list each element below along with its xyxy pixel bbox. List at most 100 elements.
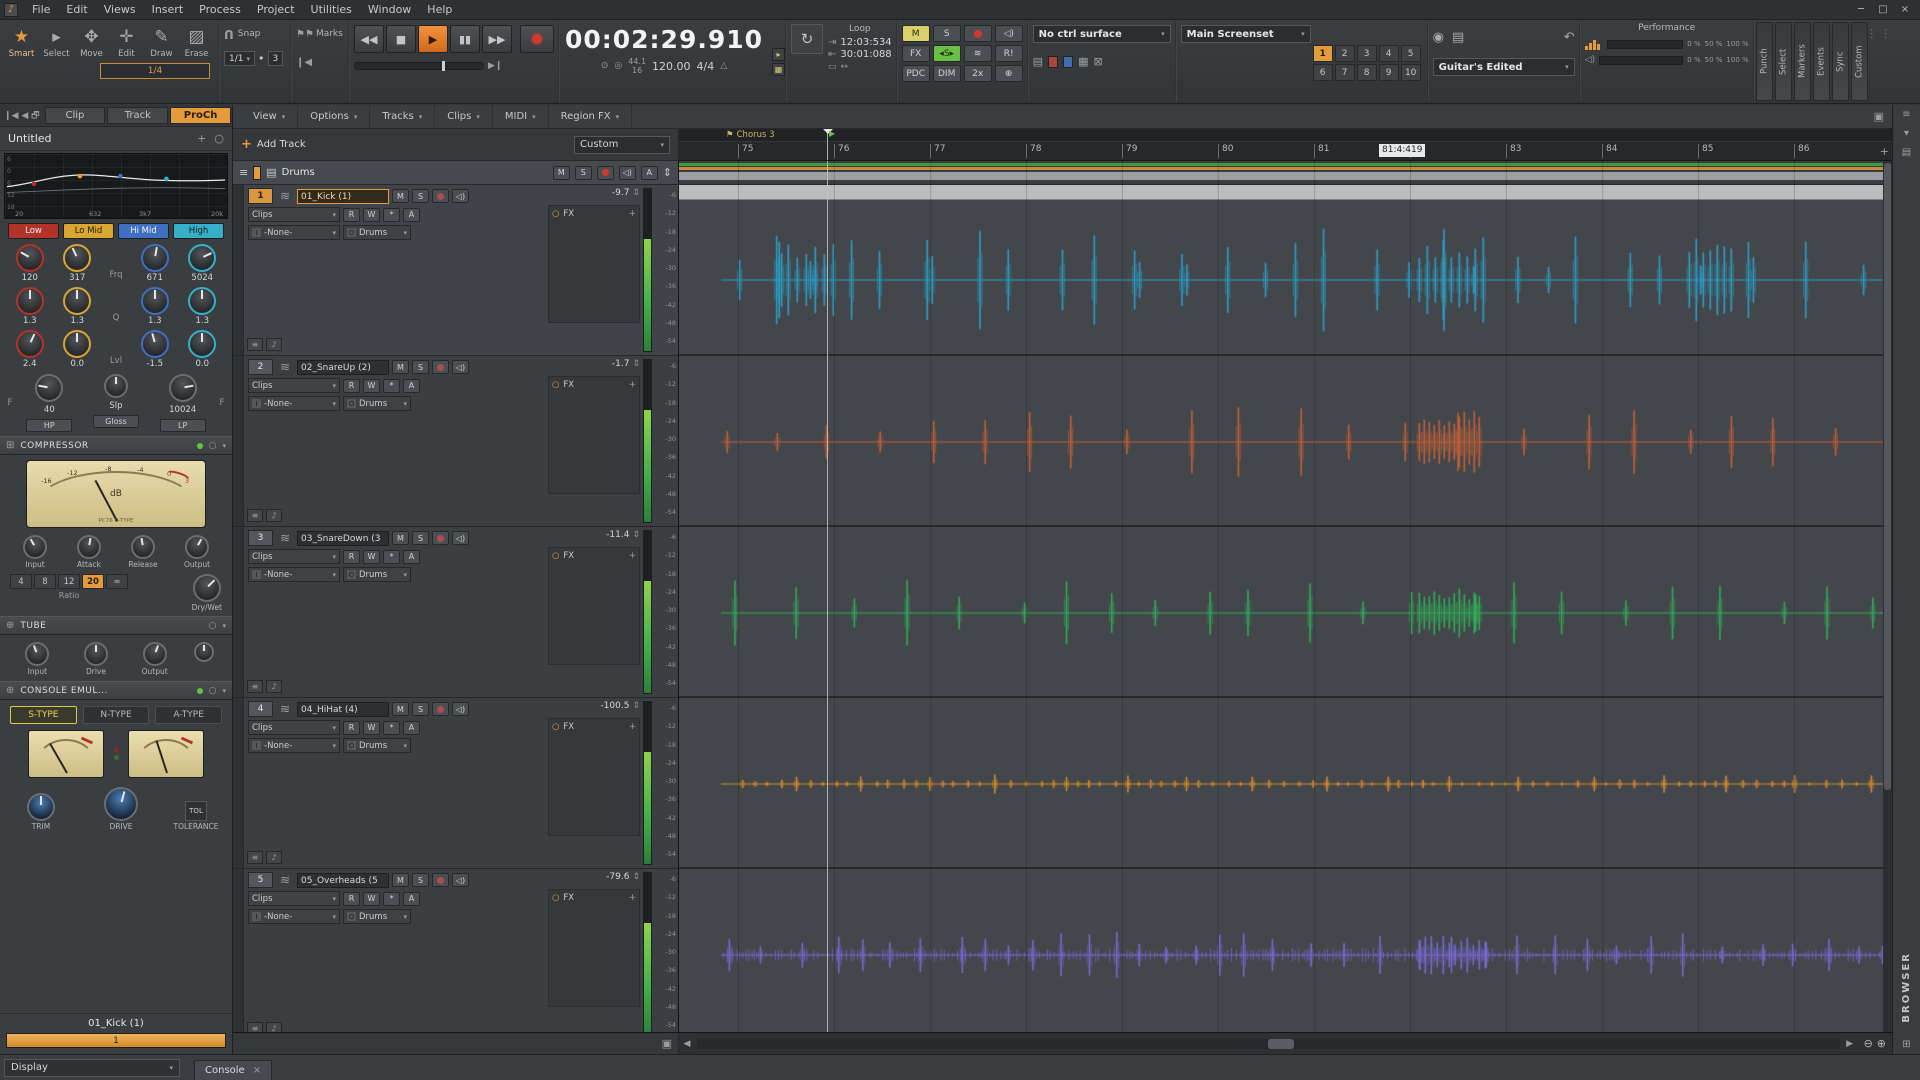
marker-flag-icon[interactable]: ⚑⚑ <box>296 29 314 40</box>
clips-dropdown[interactable]: Clips▾ <box>248 720 340 735</box>
time-display[interactable]: 00:02:29.910 <box>564 23 764 57</box>
arm-record-button[interactable] <box>432 189 449 203</box>
add-fx-button[interactable]: + <box>629 722 636 732</box>
maximize-view-icon[interactable]: ▣ <box>1874 110 1884 123</box>
read-automation-button[interactable]: R <box>343 550 360 564</box>
hscroll-thumb[interactable] <box>1268 1039 1294 1049</box>
track-number[interactable]: 1 <box>248 188 273 204</box>
loop-selection-icon[interactable]: ▭ <box>828 62 837 72</box>
module-tab-sync[interactable]: Sync <box>1832 22 1849 101</box>
solo-button[interactable]: S <box>412 531 429 545</box>
track-header[interactable]: 5 ≋ 05_Overheads (5 M S ◁) Clips▾ R W * … <box>233 869 678 1032</box>
double-speed-button[interactable]: 2x <box>964 65 992 82</box>
archive-button[interactable]: A <box>403 379 420 393</box>
read-automation-button[interactable]: R <box>343 208 360 222</box>
eq-q-lomid-knob[interactable] <box>63 287 91 315</box>
add-fx-button[interactable]: + <box>629 380 636 390</box>
input-dropdown[interactable]: I-None-▾ <box>248 225 340 240</box>
audio-waveform[interactable] <box>679 185 1892 356</box>
trim-knob[interactable] <box>27 793 55 821</box>
automation-button[interactable]: ♪ <box>266 338 282 351</box>
menu-insert[interactable]: Insert <box>144 1 192 18</box>
mute-all-button[interactable]: M <box>902 25 930 42</box>
freeze-button[interactable]: * <box>383 721 400 735</box>
menu-options[interactable]: Options▾ <box>298 105 370 128</box>
track-grip[interactable] <box>233 527 244 697</box>
arm-record-button[interactable] <box>432 873 449 887</box>
track-header[interactable]: 2 ≋ 02_SnareUp (2) M S ◁) Clips▾ R W * A… <box>233 356 678 527</box>
power-icon[interactable]: ○ <box>209 441 217 451</box>
ratio-4-button[interactable]: 4 <box>10 574 32 589</box>
freeze-button[interactable]: * <box>383 892 400 906</box>
track-name[interactable]: 01_Kick (1) <box>297 189 389 204</box>
eq-gain-high-knob[interactable] <box>188 330 216 358</box>
track-number[interactable]: 2 <box>248 359 273 375</box>
lp-filter-knob[interactable] <box>169 374 197 402</box>
clips-pane[interactable] <box>679 161 1892 1032</box>
archive-button[interactable]: A <box>403 208 420 222</box>
chevron-down-icon[interactable]: ▾ <box>222 687 226 695</box>
comp-attack-knob[interactable] <box>77 535 101 559</box>
fx-power-icon[interactable]: ○ <box>552 209 559 219</box>
solo-button[interactable]: S <box>412 702 429 716</box>
arm-record-button[interactable] <box>432 531 449 545</box>
workspace-dropdown[interactable]: Custom▾ <box>574 136 670 154</box>
eq-graph[interactable]: 6 0 6 12 18 20 632 3k7 20k <box>4 153 228 219</box>
track-lane[interactable] <box>679 698 1892 869</box>
track-grip[interactable] <box>233 356 244 526</box>
fx-power-icon[interactable]: ○ <box>552 380 559 390</box>
tube-drive-knob[interactable] <box>84 642 108 666</box>
solo-button[interactable]: S <box>412 189 429 203</box>
add-fx-button[interactable]: + <box>629 893 636 903</box>
display-dropdown[interactable]: Display▾ <box>4 1059 180 1077</box>
eq-q-high-knob[interactable] <box>188 287 216 315</box>
record-arm-all-button[interactable] <box>964 25 992 42</box>
track-lane[interactable] <box>679 527 1892 698</box>
dock-grid-icon[interactable]: ⊞ <box>1902 1039 1910 1050</box>
menu-file[interactable]: File <box>24 1 58 18</box>
audio-engine-icon[interactable]: ◎ <box>614 61 622 71</box>
comp-output-knob[interactable] <box>185 535 209 559</box>
module-tab-select[interactable]: Select <box>1775 22 1792 101</box>
input-echo-button[interactable]: ◁) <box>452 189 469 203</box>
eq-band-lomid[interactable]: Lo Mid <box>63 223 114 239</box>
eq-q-low-knob[interactable] <box>16 287 44 315</box>
output-dropdown[interactable]: ODrums▾ <box>343 225 411 240</box>
vertical-scrollbar[interactable] <box>1883 161 1892 1032</box>
gloss-button[interactable]: Gloss <box>93 415 139 428</box>
restore-button[interactable]: □ <box>1872 4 1894 15</box>
loop-toggle-button[interactable]: ↻ <box>791 24 823 54</box>
add-fx-button[interactable]: + <box>629 209 636 219</box>
eq-freq-high-knob[interactable] <box>188 244 216 272</box>
wai-console-icon[interactable] <box>1063 56 1073 68</box>
play-button[interactable]: ▶ <box>418 25 448 53</box>
automation-button[interactable]: ♪ <box>266 680 282 693</box>
mute-button[interactable]: M <box>392 189 409 203</box>
screenset-8[interactable]: 8 <box>1357 64 1377 81</box>
arm-record-button[interactable] <box>432 702 449 716</box>
grid-flag-icon[interactable]: ▦ <box>772 63 785 76</box>
timeline-ruler[interactable]: ⚑ Chorus 3 757677787980818283848586 81:4… <box>679 129 1892 161</box>
horizontal-scrollbar[interactable]: ◀ ▶ ⊖ ⊕ <box>679 1033 1892 1054</box>
dock-menu-icon[interactable]: ≡ <box>1902 109 1910 120</box>
add-module-icon[interactable]: + <box>197 132 206 145</box>
screenset-6[interactable]: 6 <box>1313 64 1333 81</box>
tab-track[interactable]: Track <box>107 107 168 124</box>
fx-power-icon[interactable]: ○ <box>552 551 559 561</box>
track-number[interactable]: 4 <box>248 701 273 717</box>
drive-knob[interactable] <box>104 787 138 821</box>
volume-readout[interactable]: -79.6⇕ <box>548 872 640 886</box>
read-automation-button[interactable]: R <box>343 892 360 906</box>
snap-magnitude[interactable]: 3 <box>268 51 284 66</box>
track-name[interactable]: 02_SnareUp (2) <box>297 360 389 375</box>
lanes-button[interactable]: ≡ <box>247 680 263 693</box>
screenset-1[interactable]: 1 <box>1313 45 1333 62</box>
screenset-5[interactable]: 5 <box>1401 45 1421 62</box>
console-emulator-header[interactable]: ⊕ CONSOLE EMUL... ○ ▾ <box>0 681 232 700</box>
track-name[interactable]: 04_HiHat (4) <box>297 702 389 717</box>
time-signature[interactable]: 4/4 <box>697 60 715 73</box>
add-track-button[interactable]: + Add Track <box>241 137 306 152</box>
transport-position-slider[interactable] <box>354 62 484 70</box>
track-grip[interactable] <box>233 698 244 868</box>
input-dropdown[interactable]: I-None-▾ <box>248 909 340 924</box>
